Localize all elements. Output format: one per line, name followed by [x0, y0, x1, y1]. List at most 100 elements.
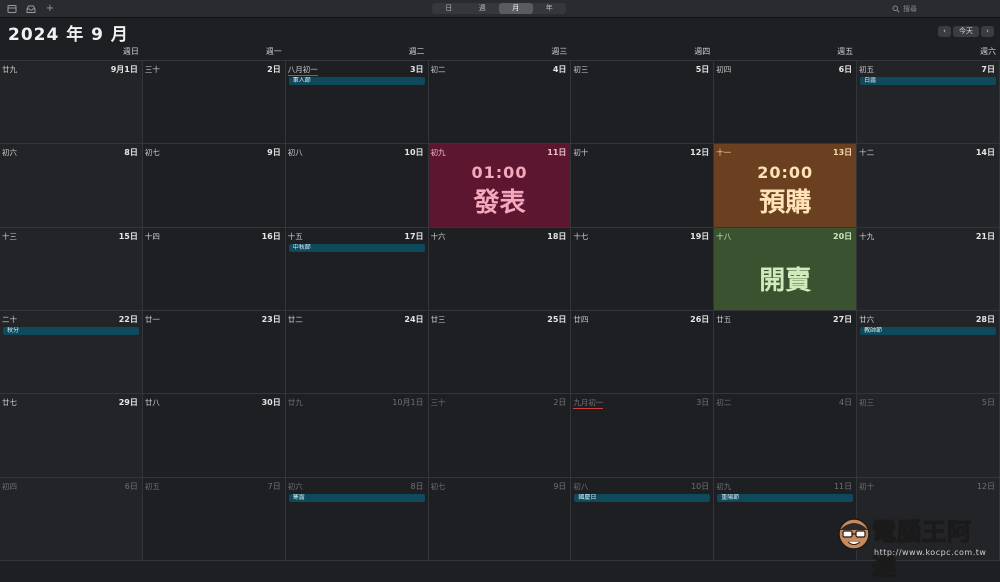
lunar-date: 十八 [716, 231, 732, 241]
watermark-text: 電腦王阿達 [872, 518, 972, 582]
today-button[interactable]: 今天 [953, 26, 979, 37]
calendar-list-icon[interactable] [7, 4, 17, 14]
day-number: 15日 [118, 231, 138, 241]
day-cell[interactable]: 初八 10日 國慶日 [571, 477, 715, 561]
day-cell[interactable]: 十三 15日 [0, 227, 143, 311]
day-number: 26日 [690, 315, 710, 324]
lunar-date: 十二 [859, 148, 875, 158]
view-day-tab[interactable]: 日 [432, 3, 466, 14]
day-cell[interactable]: 初七 9日 [142, 144, 286, 228]
day-number: 30日 [261, 398, 281, 408]
day-cell[interactable]: 二十 22日 秋分 [0, 311, 143, 395]
day-number: 5日 [981, 398, 995, 408]
day-cell[interactable]: 十五 17日 中秋節 [285, 227, 429, 311]
toolbar: + 日 週 月 年 搜尋 [0, 0, 1000, 18]
day-cell[interactable]: 廿九 9月1日 [0, 61, 143, 145]
day-cell[interactable]: 初二 4日 [428, 61, 572, 145]
day-cell[interactable]: 廿九 10月1日 [285, 394, 429, 478]
day-number: 9日 [553, 481, 567, 491]
day-cell[interactable]: 三十 2日 [142, 61, 286, 145]
day-cell[interactable]: 十二 14日 [857, 144, 1000, 228]
day-cell[interactable]: 九月初一 3日 [571, 394, 715, 478]
calendar-event[interactable]: 重陽節 [717, 493, 854, 502]
add-icon[interactable]: + [45, 3, 55, 14]
day-cell[interactable]: 廿五 27日 [714, 311, 858, 395]
lunar-date: 初六 [2, 148, 17, 158]
calendar-event[interactable]: 寒露 [288, 493, 425, 502]
calendar-event[interactable]: 秋分 [3, 327, 139, 335]
lunar-date: 初五 [859, 65, 875, 74]
weekday-mon: 週一 [265, 47, 282, 56]
day-cell[interactable]: 廿六 28日 教師節 [857, 311, 1000, 395]
day-cell[interactable]: 八月初一 3日 軍人節 [285, 61, 429, 145]
view-week-tab[interactable]: 週 [466, 3, 500, 14]
lunar-date: 初二 [430, 65, 446, 74]
day-cell[interactable]: 初二 4日 [714, 394, 858, 478]
day-number: 6日 [838, 65, 853, 74]
inbox-icon[interactable] [26, 4, 36, 14]
day-number: 22日 [118, 315, 138, 324]
day-number: 23日 [261, 315, 281, 324]
day-cell[interactable]: 廿二 24日 [285, 311, 429, 395]
day-cell[interactable]: 十八 20日 開賣 [714, 227, 858, 311]
day-number: 12日 [690, 148, 710, 158]
day-cell[interactable]: 廿四 26日 [571, 311, 715, 395]
lunar-date: 初六 [287, 481, 303, 491]
day-cell[interactable]: 初六 8日 [0, 144, 143, 228]
lunar-date: 初三 [573, 65, 589, 74]
day-cell[interactable]: 初四 6日 [0, 477, 143, 561]
weekday-sat: 週六 [980, 47, 996, 56]
weekday-thu: 週四 [694, 47, 711, 56]
lunar-date: 初二 [716, 398, 732, 408]
lunar-date: 十四 [144, 231, 160, 241]
day-cell[interactable]: 初五 7日 白露 [857, 61, 1000, 145]
day-cell[interactable]: 十七 19日 [571, 227, 715, 311]
day-cell[interactable]: 初七 9日 [428, 477, 572, 561]
highlight-time: 20:00 [757, 163, 814, 183]
day-cell[interactable]: 初五 7日 [142, 477, 286, 561]
day-cell[interactable]: 十六 18日 [428, 227, 572, 311]
watermark: 電腦王阿達 http://www.kocpc.com.tw [836, 510, 996, 582]
lunar-date: 廿三 [430, 315, 446, 324]
day-number: 25日 [547, 315, 567, 324]
lunar-date: 初五 [144, 481, 160, 491]
day-cell[interactable]: 廿八 30日 [142, 394, 286, 478]
day-cell[interactable]: 初十 12日 [571, 144, 715, 228]
lunar-date: 十五 [287, 231, 303, 241]
day-number: 10月1日 [392, 398, 424, 408]
day-number: 13日 [833, 148, 853, 158]
day-number: 4日 [839, 398, 853, 408]
day-number: 18日 [547, 231, 567, 241]
next-month-button[interactable]: › [981, 26, 994, 37]
day-cell[interactable]: 初三 5日 [857, 394, 1000, 478]
lunar-date: 三十 [144, 65, 160, 74]
calendar-event[interactable]: 白露 [860, 77, 996, 85]
calendar-event[interactable]: 中秋節 [288, 243, 425, 252]
day-cell[interactable]: 初六 8日 寒露 [285, 477, 429, 561]
view-year-tab[interactable]: 年 [533, 3, 567, 14]
calendar-event[interactable]: 教師節 [860, 327, 996, 335]
day-number: 14日 [975, 148, 995, 158]
weekday-tue: 週二 [408, 47, 425, 56]
prev-month-button[interactable]: ‹ [938, 26, 951, 37]
day-number: 29日 [118, 398, 138, 408]
day-number: 28日 [975, 315, 995, 324]
day-cell[interactable]: 十四 16日 [142, 227, 286, 311]
search-field[interactable]: 搜尋 [892, 3, 992, 14]
lunar-date: 廿九 [287, 398, 303, 408]
day-cell[interactable]: 廿三 25日 [428, 311, 572, 395]
day-cell[interactable]: 十九 21日 [857, 227, 1000, 311]
day-cell[interactable]: 廿七 29日 [0, 394, 143, 478]
day-cell[interactable]: 十一 13日 20:00 預購 [714, 144, 858, 228]
day-cell[interactable]: 初九 11日 01:00 發表 [428, 144, 572, 228]
day-cell[interactable]: 初三 5日 [571, 61, 715, 145]
view-switcher: 日 週 月 年 [432, 3, 566, 14]
day-number: 10日 [691, 481, 710, 491]
calendar-event[interactable]: 國慶日 [574, 493, 711, 502]
view-month-tab[interactable]: 月 [499, 3, 533, 14]
day-cell[interactable]: 初四 6日 [714, 61, 858, 145]
day-cell[interactable]: 廿一 23日 [142, 311, 286, 395]
day-cell[interactable]: 三十 2日 [428, 394, 572, 478]
day-cell[interactable]: 初八 10日 [285, 144, 429, 228]
calendar-event[interactable]: 軍人節 [288, 77, 425, 85]
